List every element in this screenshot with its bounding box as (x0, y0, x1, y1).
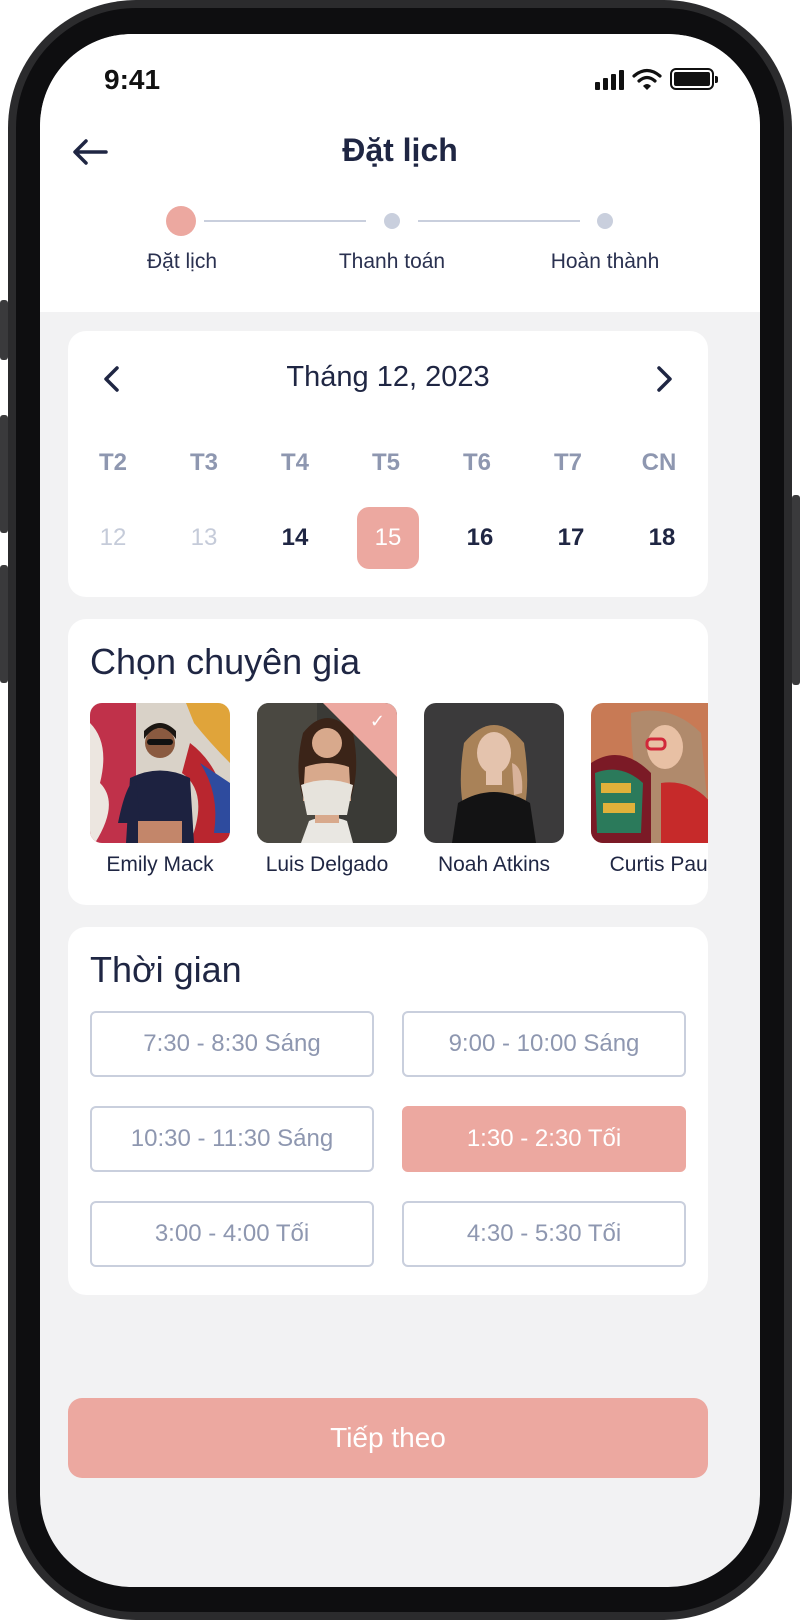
expert-name: Noah Atkins (437, 853, 551, 876)
weekday-label: T2 (98, 449, 127, 476)
step-connector (204, 220, 366, 222)
calendar-day[interactable]: 16 (449, 507, 511, 569)
volume-down-button (0, 565, 8, 683)
next-month-button[interactable] (644, 359, 684, 399)
experts-card: Chọn chuyên gia Emily Mack ✓ Luis Delgad… (68, 619, 708, 905)
app-screen: 9:41 Đặt lịch Đặt lịch Thanh toán Hoàn t… (40, 34, 760, 1587)
avatar (424, 703, 564, 843)
weekday-label: CN (641, 449, 677, 476)
calendar-day: 12 (99, 524, 127, 551)
calendar-day[interactable]: 17 (540, 507, 602, 569)
check-icon: ✓ (369, 711, 385, 731)
calendar-day: 13 (190, 524, 218, 551)
step-label-payment: Thanh toán (338, 250, 446, 273)
time-title: Thời gian (90, 949, 242, 990)
expert-name: Luis Delgado (265, 853, 389, 876)
wifi-icon (632, 68, 662, 90)
weekday-label: T7 (553, 449, 582, 476)
status-icons (595, 68, 718, 90)
calendar-day-selected[interactable]: 15 (357, 507, 419, 569)
avatar (591, 703, 708, 843)
step-dot-booking (166, 206, 196, 236)
weekday-label: T5 (371, 449, 400, 476)
calendar-header: Tháng 12, 2023 (68, 355, 708, 403)
time-slot[interactable]: 7:30 - 8:30 Sáng (90, 1011, 374, 1077)
header: Đặt lịch (40, 126, 760, 186)
battery-icon (670, 68, 718, 90)
avatar (90, 703, 230, 843)
month-label: Tháng 12, 2023 (286, 361, 490, 393)
power-button (792, 495, 800, 685)
time-slot[interactable]: 9:00 - 10:00 Sáng (402, 1011, 686, 1077)
step-dot-payment (384, 213, 400, 229)
calendar-card: Tháng 12, 2023 T2 T3 T4 T5 T6 T7 CN 12 1… (68, 331, 708, 597)
expert-name: Curtis Paul (609, 853, 708, 876)
expert-name: Emily Mack (106, 853, 214, 876)
step-dot-complete (597, 213, 613, 229)
step-label-complete: Hoàn thành (550, 250, 660, 273)
chevron-right-icon (657, 366, 672, 392)
volume-up-button (0, 415, 8, 533)
time-slot[interactable]: 10:30 - 11:30 Sáng (90, 1106, 374, 1172)
time-card: Thời gian 7:30 - 8:30 Sáng 9:00 - 10:00 … (68, 927, 708, 1295)
time-slot[interactable]: 4:30 - 5:30 Tối (402, 1201, 686, 1267)
calendar-day[interactable]: 18 (631, 507, 693, 569)
step-label-booking: Đặt lịch (146, 250, 218, 273)
selected-corner-badge (323, 703, 397, 777)
cellular-signal-icon (595, 68, 624, 90)
calendar-day[interactable]: 14 (264, 507, 326, 569)
next-button[interactable]: Tiếp theo (68, 1398, 708, 1478)
experts-title: Chọn chuyên gia (90, 641, 361, 682)
time-slot[interactable]: 3:00 - 4:00 Tối (90, 1201, 374, 1267)
page-title: Đặt lịch (342, 132, 458, 168)
weekday-label: T3 (189, 449, 218, 476)
mute-switch (0, 300, 8, 360)
status-time: 9:41 (104, 64, 161, 95)
time-slot-selected[interactable]: 1:30 - 2:30 Tối (402, 1106, 686, 1172)
step-connector (418, 220, 580, 222)
avatar: ✓ (257, 703, 397, 843)
weekday-label: T6 (462, 449, 491, 476)
weekday-label: T4 (280, 449, 309, 476)
status-bar: 9:41 (40, 34, 760, 114)
top-area: 9:41 Đặt lịch Đặt lịch Thanh toán Hoàn t… (40, 34, 760, 312)
